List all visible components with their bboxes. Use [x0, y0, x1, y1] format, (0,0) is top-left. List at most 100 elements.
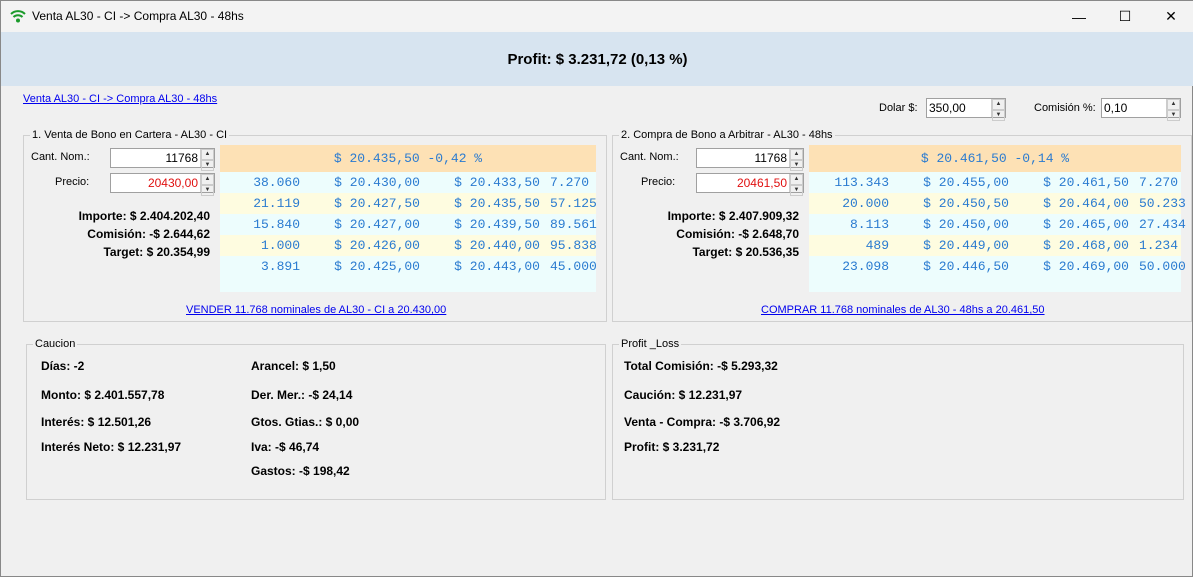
compra-group-title: 2. Compra de Bono a Arbitrar - AL30 - 48…: [619, 129, 835, 141]
spin-down-icon[interactable]: ▼: [790, 185, 803, 196]
window-title: Venta AL30 - CI -> Compra AL30 - 48hs: [32, 9, 244, 23]
ask-price-cell: $ 20.433,50: [454, 175, 540, 190]
vender-link[interactable]: VENDER 11.768 nominales de AL30 - CI a 2…: [186, 304, 446, 316]
compra-comision: Comisión: -$ 2.648,70: [676, 227, 799, 241]
order-book-row[interactable]: 15.840 $ 20.427,00 $ 20.439,50 89.561: [220, 214, 597, 235]
order-book-row[interactable]: 3.891 $ 20.425,00 $ 20.443,00 45.000: [220, 256, 597, 277]
spin-down-icon[interactable]: ▼: [201, 160, 214, 171]
comision-stepper[interactable]: ▲▼: [1101, 98, 1181, 121]
bid-qty-cell: 38.060: [253, 175, 300, 190]
ask-qty-cell: 1.234: [1139, 238, 1179, 253]
compra-cant-input[interactable]: [697, 149, 789, 167]
caucion-gtos-gtias: Gtos. Gtias.: $ 0,00: [251, 415, 360, 429]
venta-precio-input[interactable]: [111, 174, 200, 192]
dolar-stepper[interactable]: ▲▼: [926, 98, 1006, 121]
bid-qty-cell: 20.000: [842, 196, 889, 211]
profit-loss-group-title: Profit _Loss: [619, 338, 682, 350]
caucion-arancel: Arancel: $ 1,50: [251, 359, 336, 373]
order-book-row[interactable]: 21.119 $ 20.427,50 $ 20.435,50 57.125: [220, 193, 597, 214]
order-book-row[interactable]: 1.000 $ 20.426,00 $ 20.440,00 95.838: [220, 235, 597, 256]
compra-precio-stepper[interactable]: ▲▼: [696, 173, 804, 196]
order-book-row[interactable]: 23.098 $ 20.446,50 $ 20.469,00 50.000: [809, 256, 1186, 277]
spin-down-icon[interactable]: ▼: [201, 185, 214, 196]
venta-cant-input[interactable]: [111, 149, 200, 167]
caucion-interes-neto: Interés Neto: $ 12.231,97: [41, 440, 182, 454]
venta-cant-stepper[interactable]: ▲▼: [110, 148, 215, 171]
compra-cant-stepper[interactable]: ▲▼: [696, 148, 804, 171]
spin-down-icon[interactable]: ▼: [1167, 110, 1180, 121]
caucion-interes: Interés: $ 12.501,26: [41, 415, 152, 429]
bid-price-cell: $ 20.426,00: [334, 238, 420, 253]
venta-target: Target: $ 20.354,99: [103, 245, 210, 259]
dolar-input[interactable]: [927, 99, 991, 117]
spin-up-icon[interactable]: ▲: [790, 149, 803, 160]
profit-summary: Profit: $ 3.231,72 (0,13 %): [507, 51, 688, 68]
pl-total-comision: Total Comisión: -$ 5.293,32: [624, 359, 778, 373]
venta-importe: Importe: $ 2.404.202,40: [78, 209, 210, 223]
compra-precio-input[interactable]: [697, 174, 789, 192]
comprar-link[interactable]: COMPRAR 11.768 nominales de AL30 - 48hs …: [761, 304, 1045, 316]
ask-qty-cell: 27.434: [1139, 217, 1186, 232]
order-book-row[interactable]: 8.113 $ 20.450,00 $ 20.465,00 27.434: [809, 214, 1186, 235]
bid-qty-cell: 21.119: [253, 196, 300, 211]
ask-price-cell: $ 20.435,50: [454, 196, 540, 211]
bid-price-cell: $ 20.430,00: [334, 175, 420, 190]
ask-price-cell: $ 20.465,00: [1043, 217, 1129, 232]
spin-up-icon[interactable]: ▲: [790, 174, 803, 185]
operation-link[interactable]: Venta AL30 - CI -> Compra AL30 - 48hs: [23, 93, 217, 105]
bid-price-cell: $ 20.446,50: [923, 259, 1009, 274]
ask-price-cell: $ 20.468,00: [1043, 238, 1129, 253]
ask-qty-cell: 45.000: [550, 259, 597, 274]
caucion-group-title: Caucion: [33, 338, 78, 350]
bid-qty-cell: 15.840: [253, 217, 300, 232]
caucion-dias: Días: -2: [41, 359, 85, 373]
caucion-der-mer: Der. Mer.: -$ 24,14: [251, 388, 353, 402]
compra-precio-label: Precio:: [641, 176, 676, 188]
pl-caucion: Caución: $ 12.231,97: [624, 388, 743, 402]
bid-qty-cell: 8.113: [849, 217, 889, 232]
spin-down-icon[interactable]: ▼: [992, 110, 1005, 121]
caucion-iva: Iva: -$ 46,74: [251, 440, 320, 454]
ask-price-cell: $ 20.440,00: [454, 238, 540, 253]
ask-qty-cell: 89.561: [550, 217, 597, 232]
close-button[interactable]: ✕: [1148, 1, 1193, 32]
ask-qty-cell: 95.838: [550, 238, 597, 253]
ask-price-cell: $ 20.439,50: [454, 217, 540, 232]
pl-profit: Profit: $ 3.231,72: [624, 440, 720, 454]
compra-book-header: $ 20.461,50 -0,14 %: [809, 145, 1181, 172]
compra-order-book: $ 20.461,50 -0,14 % 113.343 $ 20.455,00 $ …: [809, 145, 1186, 292]
bid-price-cell: $ 20.449,00: [923, 238, 1009, 253]
ask-price-cell: $ 20.469,00: [1043, 259, 1129, 274]
comision-input[interactable]: [1102, 99, 1166, 117]
bid-qty-cell: 113.343: [834, 175, 889, 190]
ask-price-cell: $ 20.464,00: [1043, 196, 1129, 211]
caucion-gastos: Gastos: -$ 198,42: [251, 464, 350, 478]
bid-qty-cell: 23.098: [842, 259, 889, 274]
spin-up-icon[interactable]: ▲: [201, 149, 214, 160]
order-book-row[interactable]: 38.060 $ 20.430,00 $ 20.433,50 7.270: [220, 172, 596, 193]
venta-group-title: 1. Venta de Bono en Cartera - AL30 - CI: [30, 129, 230, 141]
bid-qty-cell: 1.000: [260, 238, 300, 253]
bid-price-cell: $ 20.450,00: [923, 217, 1009, 232]
bid-price-cell: $ 20.427,50: [334, 196, 420, 211]
spin-up-icon[interactable]: ▲: [201, 174, 214, 185]
ask-qty-cell: 50.233: [1139, 196, 1186, 211]
bid-price-cell: $ 20.425,00: [334, 259, 420, 274]
spin-up-icon[interactable]: ▲: [1167, 99, 1180, 110]
order-book-row[interactable]: 113.343 $ 20.455,00 $ 20.461,50 7.270: [809, 172, 1181, 193]
spin-up-icon[interactable]: ▲: [992, 99, 1005, 110]
order-book-row[interactable]: 489 $ 20.449,00 $ 20.468,00 1.234: [809, 235, 1181, 256]
maximize-button[interactable]: ☐: [1102, 1, 1148, 32]
ask-price-cell: $ 20.461,50: [1043, 175, 1129, 190]
order-book-row[interactable]: 20.000 $ 20.450,50 $ 20.464,00 50.233: [809, 193, 1186, 214]
compra-target: Target: $ 20.536,35: [692, 245, 799, 259]
ask-qty-cell: 7.270: [1139, 175, 1179, 190]
venta-precio-stepper[interactable]: ▲▼: [110, 173, 215, 196]
bid-price-cell: $ 20.455,00: [923, 175, 1009, 190]
venta-order-book: $ 20.435,50 -0,42 % 38.060 $ 20.430,00 $ 2…: [220, 145, 597, 292]
spin-down-icon[interactable]: ▼: [790, 160, 803, 171]
comision-label: Comisión %:: [1034, 102, 1096, 114]
minimize-button[interactable]: —: [1056, 1, 1102, 32]
venta-cant-label: Cant. Nom.:: [31, 151, 90, 163]
bid-price-cell: $ 20.427,00: [334, 217, 420, 232]
